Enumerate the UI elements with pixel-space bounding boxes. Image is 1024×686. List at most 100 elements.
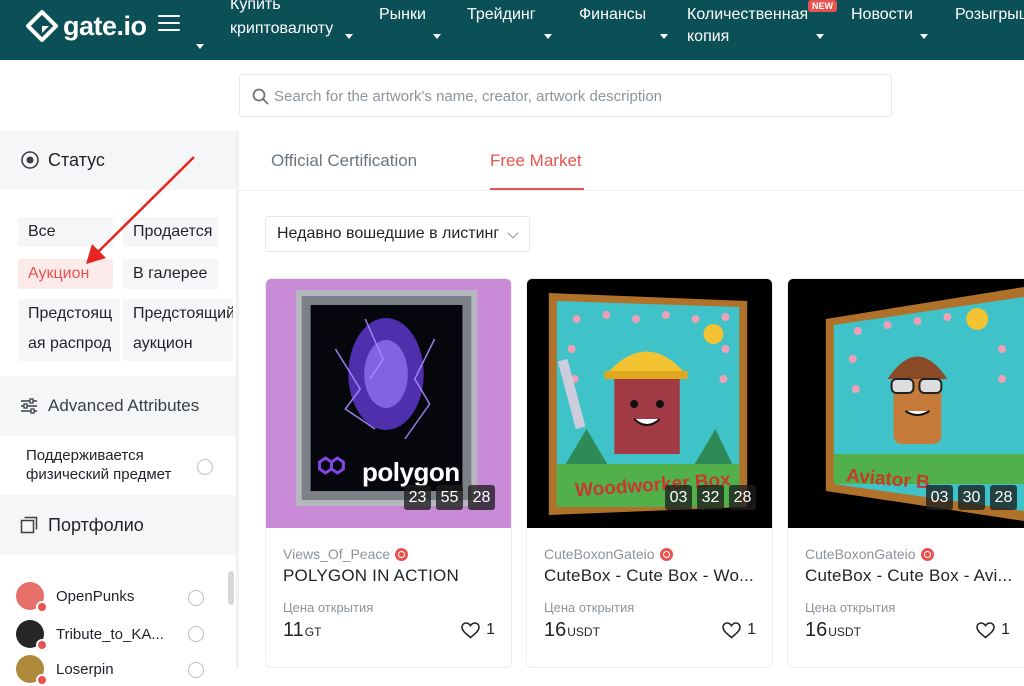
countdown-minutes: 30 [958,485,985,510]
price-value: 16USDT [544,619,600,642]
advanced-attributes-title: Advanced Attributes [48,396,200,415]
nav-buy-crypto-line1: Купить [230,0,281,13]
like-count: 1 [747,621,756,638]
creator-name: Views_Of_Peace [283,546,391,562]
logo-text: gate.io [63,10,147,41]
price-label: Цена открытия [283,600,374,615]
target-icon [21,151,39,169]
nav-news[interactable]: Новости [851,4,913,26]
nav-buy-crypto-line2: криптовалюту [230,20,334,37]
price-value: 16USDT [805,619,861,642]
chevron-down-icon [544,34,552,39]
verified-icon [659,547,673,561]
nav-quant-copy-line2: копия [687,28,730,45]
tab-official-certification[interactable]: Official Certification [271,150,417,172]
chevron-down-icon[interactable] [196,44,204,49]
top-navigation: gate.io Купить криптовалюту Рынки Трейди… [0,0,1024,60]
creator-link[interactable]: CuteBoxonGateio [544,546,673,562]
price-label: Цена открытия [805,600,896,615]
portfolio-icon [20,516,38,534]
new-badge: NEW [808,0,837,12]
creator-name: CuteBoxonGateio [544,546,655,562]
countdown-seconds: 28 [990,485,1017,510]
nav-buy-crypto[interactable]: Купить криптовалюту [230,0,333,40]
avatar [16,582,48,613]
nav-finance[interactable]: Финансы [579,4,646,26]
countdown-minutes: 32 [697,485,724,510]
nft-card[interactable]: polygon 23 55 28 Views_Of_Peace POLYGON … [265,278,512,668]
auction-countdown: 03 30 28 [926,485,1022,510]
nft-title: CuteBox - Cute Box - Avi... [805,566,1013,585]
nav-giveaway[interactable]: Розыгрыш [955,4,1024,26]
price-currency: USDT [828,625,861,639]
creator-link[interactable]: Views_Of_Peace [283,546,409,562]
like-count: 1 [1001,621,1010,638]
countdown-hours: 23 [404,485,431,510]
search-box [239,74,892,117]
portfolio-item-label: Tribute_to_KA... [56,625,164,643]
status-upcoming-sale-chip[interactable]: Предстоящая распродажа [18,299,120,361]
chevron-down-icon [660,34,668,39]
status-auction-chip[interactable]: Аукцион [18,259,113,289]
sort-selected-value: Недавно вошедшие в листинг [277,225,500,242]
sidebar-scrollbar[interactable] [228,571,234,605]
physical-item-label: Поддерживается физический предмет [26,447,172,483]
nft-card[interactable]: Woodworker Box 03 32 28 CuteBoxonGateio … [526,278,773,668]
like-button[interactable]: 1 [976,621,1010,639]
chevron-down-icon [345,34,353,39]
chevron-down-icon [920,34,928,39]
countdown-seconds: 28 [468,485,495,510]
gate-logo-icon [26,10,58,42]
physical-item-radio[interactable] [197,459,213,475]
portfolio-radio-openpunks[interactable] [188,590,204,606]
countdown-seconds: 28 [729,485,756,510]
status-upcoming-auction-chip[interactable]: Предстоящий аукцион [123,299,233,361]
nft-card[interactable]: Aviator B 03 30 28 CuteBoxonGateio CuteB… [787,278,1024,668]
menu-icon[interactable] [158,15,180,33]
like-button[interactable]: 1 [461,621,495,639]
sliders-icon [21,398,37,414]
nav-quant-copy[interactable]: Количественная копия [687,4,808,48]
avatar [16,655,48,686]
status-title: Статус [48,149,105,170]
portfolio-section-header[interactable]: Портфолио [0,495,236,555]
creator-name: CuteBoxonGateio [805,546,916,562]
portfolio-item-label: OpenPunks [56,587,135,605]
portfolio-item-loserpin[interactable]: Loserpin [16,654,114,686]
active-tab-indicator [490,188,584,190]
chevron-down-icon [433,34,441,39]
portfolio-item-openpunks[interactable]: OpenPunks [16,581,135,613]
search-input[interactable] [274,85,874,107]
price-amount: 16 [544,619,567,641]
nav-trading[interactable]: Трейдинг [467,4,536,26]
like-button[interactable]: 1 [722,621,756,639]
chevron-down-icon [816,34,824,39]
heart-icon [722,621,741,639]
verified-icon [395,547,409,561]
gate-logo[interactable]: gate.io [26,9,147,43]
sidebar-divider [236,130,239,668]
status-section-header[interactable]: Статус [0,130,236,190]
price-amount: 11 [283,619,304,641]
chevron-down-icon [507,227,519,239]
portfolio-radio-loserpin[interactable] [188,662,204,678]
tab-free-market[interactable]: Free Market [490,150,582,172]
portfolio-radio-tribute[interactable] [188,626,204,642]
portfolio-item-tribute[interactable]: Tribute_to_KA... [16,619,164,651]
verified-icon [920,547,934,561]
nft-title: CuteBox - Cute Box - Wo... [544,566,754,585]
status-for-sale-chip[interactable]: Продается [123,217,218,247]
auction-countdown: 23 55 28 [404,485,500,510]
auction-countdown: 03 32 28 [665,485,761,510]
creator-link[interactable]: CuteBoxonGateio [805,546,934,562]
nft-title: POLYGON IN ACTION [283,566,459,585]
sort-dropdown[interactable]: Недавно вошедшие в листинг [265,216,530,252]
nav-markets[interactable]: Рынки [379,4,426,26]
search-icon [252,88,269,105]
status-in-gallery-chip[interactable]: В галерее [123,259,218,289]
status-all-chip[interactable]: Все [18,217,113,247]
countdown-minutes: 55 [436,485,463,510]
tabs-divider [239,190,1024,191]
advanced-attributes-header[interactable]: Advanced Attributes [0,376,236,436]
nft-artwork-caption: polygon [362,457,460,487]
